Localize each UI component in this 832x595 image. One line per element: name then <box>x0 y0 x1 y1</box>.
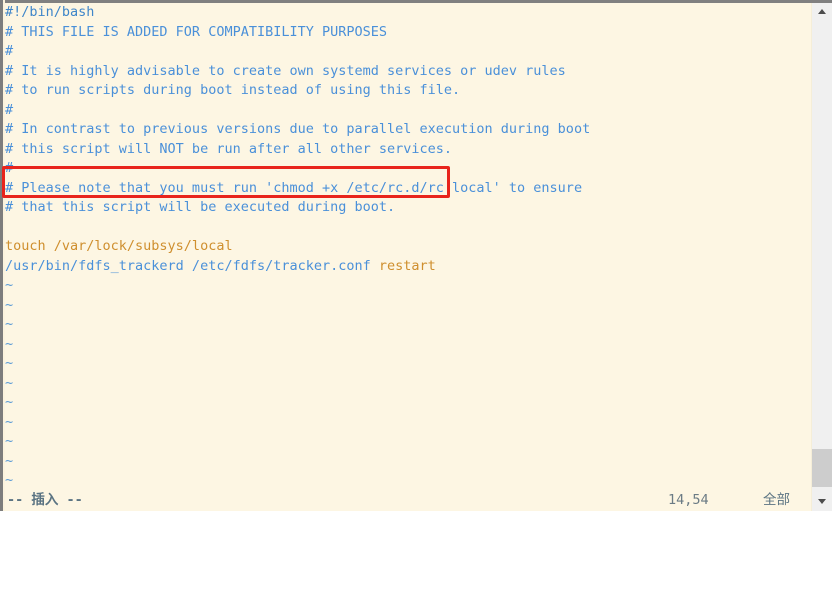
empty-line-marker: ~ <box>5 355 14 371</box>
code-line[interactable]: # that this script will be executed duri… <box>5 198 811 218</box>
empty-line-marker: ~ <box>5 316 14 332</box>
code-line[interactable]: # to run scripts during boot instead of … <box>5 81 811 101</box>
vim-editor-window: #!/bin/bash # THIS FILE IS ADDED FOR COM… <box>0 0 832 511</box>
empty-line-markers: ~~~~~~~~~~~~~~~~~~~~~~~ <box>5 276 811 490</box>
scrollbar-thumb[interactable] <box>812 449 832 487</box>
code-line-highlighted-command[interactable]: /usr/bin/fdfs_trackerd /etc/fdfs/tracker… <box>5 257 811 277</box>
code-line-touch-command[interactable]: touch /var/lock/subsys/local <box>5 237 811 257</box>
status-cursor-position: 14,54 <box>668 492 709 508</box>
empty-line-marker: ~ <box>5 452 14 469</box>
code-line[interactable]: #!/bin/bash <box>5 3 811 23</box>
scrollbar-track[interactable] <box>812 20 832 493</box>
empty-line-marker: ~ <box>5 374 14 391</box>
scroll-up-icon <box>818 9 826 14</box>
empty-line-marker: ~ <box>5 433 14 449</box>
empty-line-marker: ~ <box>5 413 14 430</box>
code-line[interactable]: # this script will NOT be run after all … <box>5 140 811 160</box>
status-bar: -- 插入 -- 14,54 全部 <box>5 490 811 511</box>
code-line[interactable]: # Please note that you must run 'chmod +… <box>5 179 811 199</box>
code-line[interactable]: # It is highly advisable to create own s… <box>5 62 811 82</box>
empty-line-marker: ~ <box>5 335 14 352</box>
code-line[interactable]: # <box>5 101 811 121</box>
code-line[interactable] <box>5 218 811 238</box>
scroll-down-button[interactable] <box>812 493 832 510</box>
empty-line-marker: ~ <box>5 277 14 293</box>
scroll-up-button[interactable] <box>812 3 832 20</box>
vertical-scrollbar[interactable] <box>811 3 832 511</box>
status-scroll-scope: 全部 <box>763 492 790 508</box>
scroll-down-icon <box>818 499 826 504</box>
empty-line-marker: ~ <box>5 394 14 410</box>
editor-text-buffer[interactable]: #!/bin/bash # THIS FILE IS ADDED FOR COM… <box>5 3 811 490</box>
code-line[interactable]: # <box>5 42 811 62</box>
code-line[interactable]: # In contrast to previous versions due t… <box>5 120 811 140</box>
code-line[interactable]: # THIS FILE IS ADDED FOR COMPATIBILITY P… <box>5 23 811 43</box>
empty-line-marker: ~ <box>5 296 14 313</box>
status-mode-indicator: -- 插入 -- <box>7 492 83 508</box>
command-path-token: /usr/bin/fdfs_trackerd /etc/fdfs/tracker… <box>5 257 371 274</box>
code-line[interactable]: # <box>5 159 811 179</box>
command-argument-token: restart <box>378 257 436 274</box>
empty-line-marker: ~ <box>5 472 14 488</box>
